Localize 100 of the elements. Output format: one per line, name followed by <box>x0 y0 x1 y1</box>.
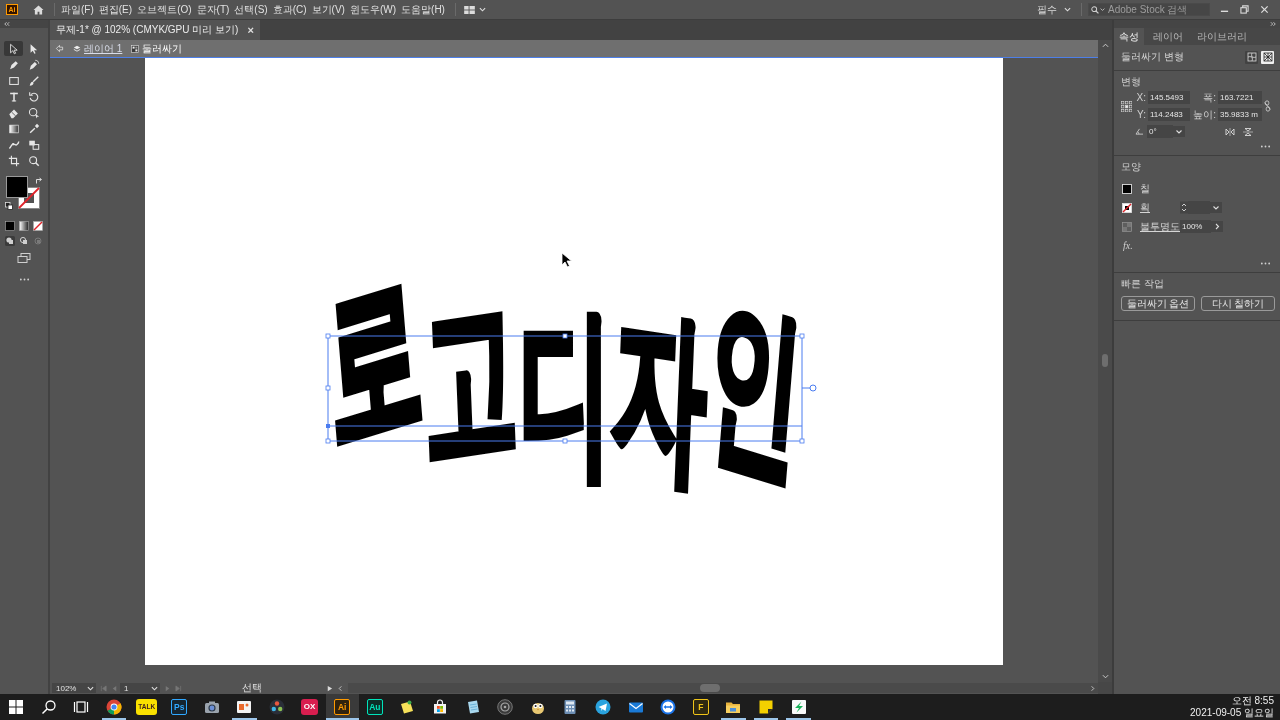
panel-tab[interactable]: 레이어 <box>1148 28 1188 45</box>
more-icon[interactable] <box>1260 262 1271 265</box>
link-icon[interactable] <box>1264 100 1271 112</box>
more-icon[interactable] <box>1260 145 1271 148</box>
camera-icon <box>203 699 220 715</box>
arrange-documents-icon[interactable] <box>463 5 475 14</box>
field-label: X: <box>1136 92 1146 103</box>
taskbar-app-button[interactable]: Au <box>358 694 392 720</box>
restore-icon[interactable] <box>1240 5 1249 14</box>
gradient-icon <box>7 122 20 135</box>
menu-item[interactable]: 편집(E) <box>97 2 134 17</box>
envelope-warp-button[interactable] <box>1245 50 1258 64</box>
scrollbar-thumb[interactable] <box>1102 354 1108 367</box>
object-type-label: 둘러싸기 변형 <box>1121 50 1184 64</box>
menu-item[interactable]: 오브젝트(O) <box>136 2 193 17</box>
menu-item[interactable]: 파일(F) <box>60 2 95 17</box>
transparency-swatch[interactable] <box>1122 221 1132 232</box>
tool-button[interactable] <box>4 41 23 56</box>
artboard-field[interactable]: 1 <box>120 683 160 693</box>
menu-item[interactable]: 도움말(H) <box>400 2 446 17</box>
menu-item[interactable]: 윈도우(W) <box>348 2 398 17</box>
taskbar-app-button[interactable]: OX <box>293 694 326 720</box>
stroke-label[interactable]: 획 <box>1140 200 1150 215</box>
quick-action-button[interactable]: 다시 칠하기 <box>1201 296 1275 311</box>
taskbar-app-button[interactable]: F <box>684 694 718 720</box>
quick-action-button[interactable]: 둘러싸기 옵션 <box>1121 296 1195 311</box>
more-icon[interactable] <box>18 278 30 281</box>
sticky-note-icon <box>757 699 774 715</box>
chevron-down-icon[interactable] <box>1101 674 1109 679</box>
flip-vertical-icon[interactable] <box>1243 127 1253 136</box>
chevron-left-icon[interactable] <box>337 684 344 692</box>
input-field[interactable]: 114.2483 <box>1148 108 1190 121</box>
angle-field[interactable]: 0° <box>1147 125 1173 138</box>
chevron-down-icon <box>1064 7 1071 12</box>
field-label: 폭: <box>1202 90 1216 105</box>
play-icon[interactable] <box>326 684 333 692</box>
spinner-arrows-icon[interactable] <box>1180 201 1188 214</box>
section-title: 빠른 작업 <box>1121 277 1165 291</box>
blend-icon <box>27 138 40 151</box>
input-field[interactable]: 35.9833 m <box>1218 108 1262 121</box>
flip-horizontal-icon[interactable] <box>1225 127 1235 136</box>
home-icon[interactable] <box>33 4 44 15</box>
shape-builder-icon <box>27 106 40 119</box>
eyedropper-icon <box>27 122 40 135</box>
chevron-right-icon[interactable] <box>1089 684 1096 692</box>
menu-item[interactable]: 보기(V) <box>310 2 346 17</box>
scrollbar-thumb[interactable] <box>700 684 720 692</box>
chevron-right-icon[interactable] <box>1211 220 1224 233</box>
none-swatch-icon[interactable] <box>33 221 43 231</box>
dropdown-icon[interactable] <box>1173 125 1185 138</box>
draw-behind-icon[interactable] <box>19 236 29 246</box>
reference-point-icon[interactable] <box>1121 100 1132 112</box>
selection-arrow-icon <box>7 42 20 55</box>
menu-item[interactable]: 문자(T) <box>195 2 231 17</box>
panel-tab[interactable]: 라이브러리 <box>1192 28 1252 45</box>
opacity-label[interactable]: 불투명도 <box>1140 219 1180 234</box>
dropdown-icon[interactable] <box>1210 201 1222 214</box>
bolt-logo-icon <box>790 699 807 715</box>
color-icon[interactable] <box>5 221 15 231</box>
layer-link[interactable]: 레이어 1 <box>84 41 123 56</box>
pinned-note-icon <box>399 699 416 715</box>
envelope-mesh-button[interactable] <box>1261 50 1274 64</box>
horizontal-scrollbar[interactable] <box>348 683 1098 693</box>
app-logo: F <box>692 699 709 715</box>
fill-label: 칠 <box>1140 181 1150 196</box>
input-field[interactable]: 163.7221 <box>1218 91 1262 104</box>
workspace-switcher[interactable]: 필수 <box>1037 2 1071 17</box>
input-field[interactable]: 145.5493 <box>1148 91 1190 104</box>
swap-arrows-icon[interactable] <box>35 177 43 185</box>
chevron-down-icon[interactable] <box>478 7 486 12</box>
close-icon[interactable] <box>1260 5 1269 14</box>
default-colors-icon[interactable] <box>5 202 13 210</box>
document-tab[interactable]: 무제-1* @ 102% (CMYK/GPU 미리 보기) × <box>50 20 260 40</box>
taskbar-app-button[interactable]: Ps <box>162 694 196 720</box>
effects-button[interactable]: fx. <box>1123 240 1133 251</box>
menu-item[interactable]: 선택(S) <box>233 2 269 17</box>
color-wheel-icon <box>269 699 286 715</box>
search-field[interactable]: Adobe Stock 검색 <box>1088 3 1210 16</box>
taskbar-app-button[interactable]: Ai <box>325 694 359 720</box>
layers-icon <box>73 44 81 53</box>
back-arrow-icon[interactable] <box>55 44 64 53</box>
clock-time: 오전 8:55 <box>1231 695 1274 707</box>
envelope-object-icon <box>131 44 140 53</box>
menu-item[interactable]: 효과(C) <box>271 2 308 17</box>
vertical-scrollbar[interactable] <box>1098 40 1112 682</box>
zoom-icon <box>27 154 40 167</box>
gradient-swatch-icon[interactable] <box>19 221 29 231</box>
draw-normal-icon[interactable] <box>5 236 15 246</box>
opacity-field[interactable]: 100% <box>1180 220 1212 233</box>
chevron-down-icon <box>87 685 94 691</box>
collapse-icon[interactable] <box>1270 21 1277 27</box>
collapse-icon[interactable] <box>3 21 10 27</box>
screen-mode-icon[interactable] <box>17 253 31 263</box>
close-button[interactable]: × <box>247 24 254 36</box>
chevron-up-icon[interactable] <box>1101 43 1109 48</box>
app-logo: OX <box>301 699 319 715</box>
zoom-field[interactable]: 102% <box>52 683 96 693</box>
stroke-swatch[interactable] <box>1122 202 1132 213</box>
fill-swatch[interactable] <box>6 176 28 198</box>
panel-tab[interactable]: 속성 <box>1114 28 1144 45</box>
